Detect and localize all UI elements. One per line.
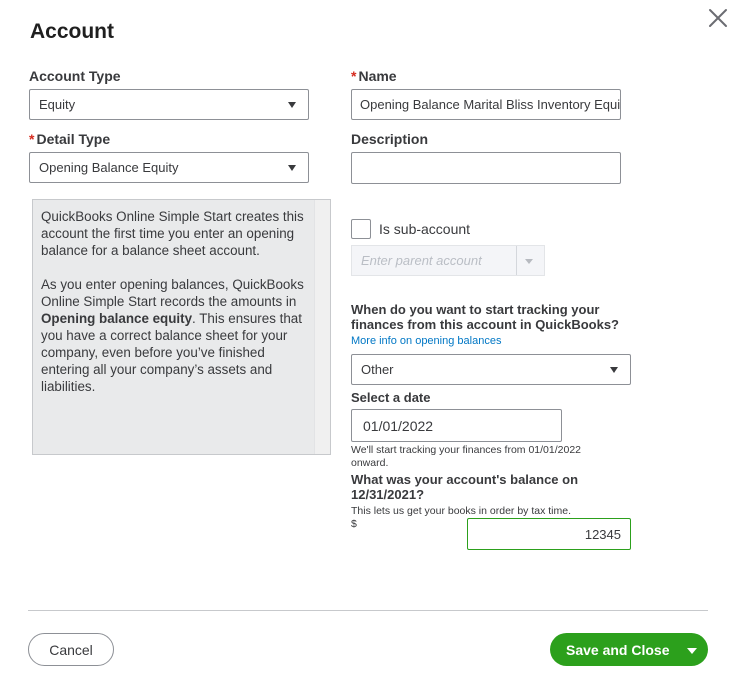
more-info-link[interactable]: More info on opening balances bbox=[351, 335, 501, 347]
info-scrollbar[interactable] bbox=[314, 200, 330, 454]
detail-type-value: Opening Balance Equity bbox=[39, 160, 179, 175]
required-marker: * bbox=[29, 131, 35, 147]
close-icon[interactable] bbox=[706, 6, 730, 30]
description-input[interactable] bbox=[351, 152, 621, 184]
account-type-select[interactable]: Equity bbox=[29, 89, 309, 120]
chevron-down-icon[interactable] bbox=[687, 647, 697, 654]
chevron-down-icon bbox=[525, 258, 533, 264]
footer-divider bbox=[28, 610, 708, 611]
save-and-close-label: Save and Close bbox=[566, 641, 670, 658]
chevron-down-icon bbox=[288, 164, 296, 171]
sub-account-label: Is sub-account bbox=[379, 221, 471, 237]
currency-symbol: $ bbox=[351, 518, 357, 530]
name-input[interactable]: Opening Balance Marital Bliss Inventory … bbox=[351, 89, 621, 120]
balance-hint: This lets us get your books in order by … bbox=[351, 505, 572, 517]
account-type-value: Equity bbox=[39, 97, 76, 112]
cancel-button[interactable]: Cancel bbox=[28, 633, 114, 666]
detail-type-label: * Detail Type bbox=[29, 131, 110, 147]
account-type-label: Account Type bbox=[29, 68, 121, 84]
date-hint: We'll start tracking your finances from … bbox=[351, 444, 582, 469]
sub-account-checkbox[interactable] bbox=[351, 219, 371, 239]
tracking-start-value: Other bbox=[361, 362, 394, 377]
select-date-label: Select a date bbox=[351, 390, 431, 405]
name-label-text: Name bbox=[358, 68, 397, 84]
parent-account-select: Enter parent account bbox=[351, 245, 545, 276]
tracking-question: When do you want to start tracking your … bbox=[351, 302, 619, 332]
balance-input[interactable]: 12345 bbox=[467, 518, 631, 550]
info-text-bold: Opening balance equity bbox=[41, 311, 193, 326]
parent-account-placeholder: Enter parent account bbox=[361, 253, 482, 268]
info-panel: QuickBooks Online Simple Start creates t… bbox=[32, 199, 331, 455]
balance-question: What was your account's balance on 12/31… bbox=[351, 472, 579, 502]
info-text-before: As you enter opening balances, QuickBook… bbox=[41, 277, 304, 309]
chevron-down-icon bbox=[610, 366, 618, 373]
required-marker: * bbox=[351, 68, 357, 84]
tracking-start-select[interactable]: Other bbox=[351, 354, 631, 385]
dialog-title: Account bbox=[30, 20, 114, 43]
save-and-close-button[interactable]: Save and Close bbox=[550, 633, 708, 666]
info-paragraph-1: QuickBooks Online Simple Start creates t… bbox=[41, 209, 304, 258]
description-label: Description bbox=[351, 131, 429, 147]
name-label: * Name bbox=[351, 68, 397, 84]
detail-type-label-text: Detail Type bbox=[36, 131, 111, 147]
date-input[interactable]: 01/01/2022 bbox=[351, 409, 562, 442]
chevron-down-icon bbox=[288, 101, 296, 108]
select-divider bbox=[516, 246, 517, 275]
info-paragraph-2: As you enter opening balances, QuickBook… bbox=[41, 276, 316, 395]
detail-type-select[interactable]: Opening Balance Equity bbox=[29, 152, 309, 183]
